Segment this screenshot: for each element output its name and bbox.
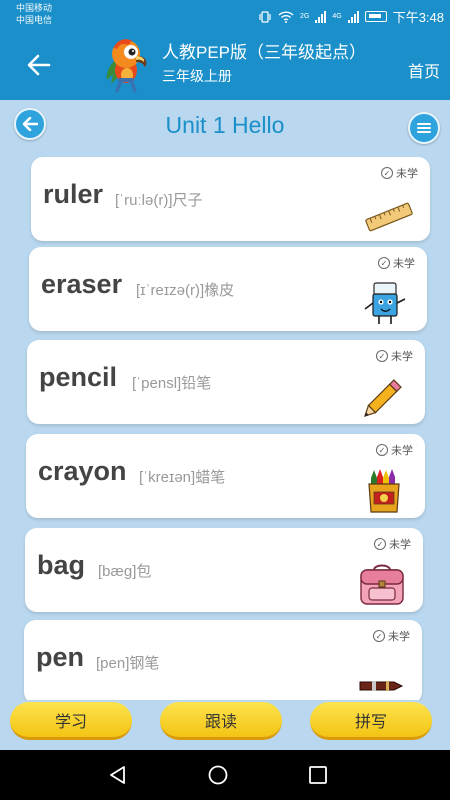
status-text: 未学	[389, 539, 411, 551]
word-text: ruler	[43, 179, 104, 209]
carrier-1: 中国移动	[16, 3, 53, 13]
recents-square-icon[interactable]	[308, 765, 328, 785]
word-list-area: Unit 1 Hello ruler [ˈruːlə(r)]尺子 ✓ 未学 era…	[0, 100, 450, 700]
learn-status: ✓ 未学	[378, 255, 415, 271]
schoolbag-icon	[360, 564, 404, 605]
system-nav-bar	[0, 750, 450, 800]
learn-status: ✓ 未学	[381, 165, 418, 181]
status-text: 未学	[388, 631, 410, 643]
status-bar: 中国移动 中国电信 2G 4G 下午3:48	[0, 0, 450, 30]
word-phonetic: [ˈkreɪən]蜡笔	[139, 469, 226, 486]
word-card-ruler[interactable]: ruler [ˈruːlə(r)]尺子 ✓ 未学	[31, 157, 430, 241]
menu-icon	[417, 123, 431, 133]
status-text: 未学	[396, 168, 418, 180]
clock: 下午3:48	[392, 10, 444, 25]
network-4g: 4G	[332, 13, 342, 20]
menu-button[interactable]	[408, 112, 440, 144]
vibrate-icon	[259, 10, 271, 23]
parrot-icon	[106, 39, 147, 93]
word-phonetic: [ˈpensl]铅笔	[132, 375, 212, 392]
word-card-crayon[interactable]: crayon [ˈkreɪən]蜡笔 ✓ 未学	[26, 434, 425, 518]
eraser-icon	[364, 282, 406, 324]
signal-icon-1	[315, 10, 327, 23]
pencil-icon	[363, 379, 402, 418]
check-circle-icon: ✓	[376, 350, 388, 362]
check-circle-icon: ✓	[381, 167, 393, 179]
learn-status: ✓ 未学	[376, 442, 413, 458]
check-circle-icon: ✓	[373, 630, 385, 642]
word-card-pencil[interactable]: pencil [ˈpensl]铅笔 ✓ 未学	[27, 340, 425, 424]
word-card-bag[interactable]: bag [bæg]包 ✓ 未学	[25, 528, 423, 612]
wifi-icon	[278, 10, 294, 23]
home-button[interactable]: 首页	[408, 58, 440, 82]
status-text: 未学	[393, 258, 415, 270]
learn-button[interactable]: 学习	[10, 702, 132, 740]
learn-status: ✓ 未学	[376, 348, 413, 364]
fountain-pen-icon	[359, 681, 404, 691]
status-text: 未学	[391, 445, 413, 457]
app-header: 人教PEP版（三年级起点） 三年级上册 首页	[0, 30, 450, 100]
word-text: pen	[36, 642, 85, 672]
status-text: 未学	[391, 351, 413, 363]
book-subtitle: 三年级上册	[162, 68, 232, 84]
bottom-action-bar: 学习 跟读 拼写	[0, 700, 450, 750]
learn-status: ✓ 未学	[374, 536, 411, 552]
home-circle-icon[interactable]	[208, 765, 228, 785]
word-text: pencil	[39, 362, 118, 392]
carrier-2: 中国电信	[16, 15, 53, 25]
battery-icon	[364, 11, 387, 22]
word-text: bag	[37, 550, 86, 580]
word-text: crayon	[38, 456, 127, 486]
back-button[interactable]	[22, 48, 56, 82]
status-icons: 2G 4G 下午3:48	[258, 7, 444, 26]
word-card-eraser[interactable]: eraser [ɪˈreɪzə(r)]橡皮 ✓ 未学	[29, 247, 427, 331]
spell-button[interactable]: 拼写	[310, 702, 432, 740]
carrier-info: 中国移动 中国电信	[16, 2, 52, 26]
crayon-box-icon	[368, 469, 400, 513]
network-2g: 2G	[300, 13, 310, 20]
word-phonetic: [ˈruːlə(r)]尺子	[115, 192, 203, 209]
ruler-icon	[365, 202, 413, 232]
word-phonetic: [pen]钢笔	[96, 655, 160, 672]
check-circle-icon: ✓	[376, 444, 388, 456]
learn-status: ✓ 未学	[373, 628, 410, 644]
signal-icon-2	[347, 10, 359, 23]
follow-read-button[interactable]: 跟读	[160, 702, 282, 740]
unit-title: Unit 1 Hello	[165, 112, 285, 138]
word-phonetic: [bæg]包	[98, 563, 152, 580]
book-title: 人教PEP版（三年级起点）	[162, 43, 367, 62]
check-circle-icon: ✓	[378, 257, 390, 269]
arrow-left-icon	[27, 54, 51, 76]
word-card-pen[interactable]: pen [pen]钢笔 ✓ 未学	[24, 620, 422, 700]
check-circle-icon: ✓	[374, 538, 386, 550]
word-text: eraser	[41, 269, 123, 299]
word-phonetic: [ɪˈreɪzə(r)]橡皮	[136, 282, 235, 299]
back-triangle-icon[interactable]	[108, 765, 128, 785]
